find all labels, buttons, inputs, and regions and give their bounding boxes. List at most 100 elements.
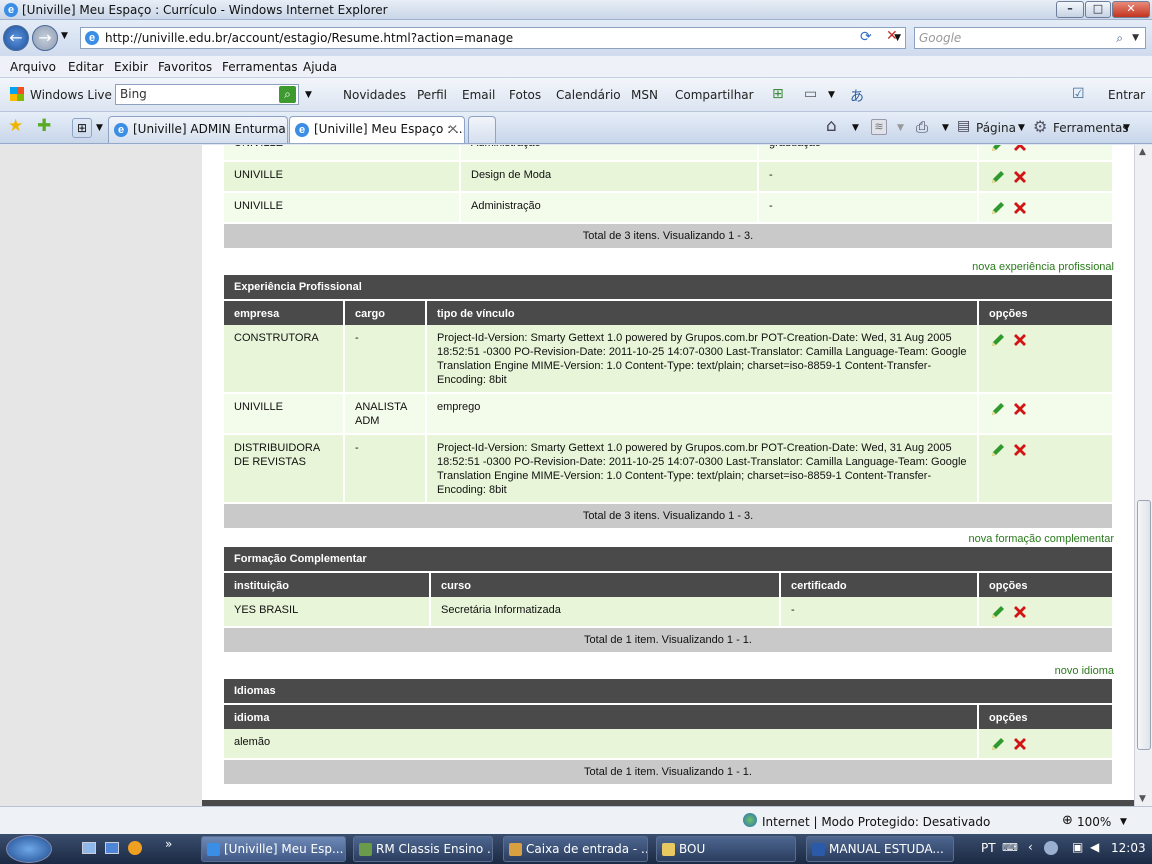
volume-icon[interactable]: ◀ (1090, 840, 1099, 854)
add-gadget-icon[interactable]: ⊞ (772, 86, 784, 102)
edit-icon[interactable] (989, 735, 1007, 753)
tab-univille-admin[interactable]: e [Univille] ADMIN Enturma ... (108, 116, 288, 143)
page-menu-dropdown-icon[interactable]: ▼ (1018, 123, 1025, 133)
close-button[interactable]: ✕ (1112, 1, 1150, 18)
menu-ferramentas[interactable]: Ferramentas (222, 60, 298, 74)
show-desktop-icon[interactable] (82, 842, 96, 854)
bing-search-icon[interactable]: ⌕ (279, 86, 296, 103)
taskbar-item-manual[interactable]: MANUAL ESTUDA... (806, 836, 954, 862)
scrollbar-thumb[interactable] (1137, 500, 1151, 750)
bing-search-input[interactable]: Bing ⌕ (115, 84, 299, 105)
nova-experiencia-link[interactable]: nova experiência profissional (972, 261, 1114, 273)
tab-close-icon[interactable]: ✕ (448, 122, 458, 136)
back-button[interactable]: ← (3, 25, 29, 51)
edit-icon[interactable] (989, 199, 1007, 217)
quick-launch-more-icon[interactable]: » (165, 837, 172, 851)
live-link-email[interactable]: Email (462, 88, 495, 102)
menu-editar[interactable]: Editar (68, 60, 104, 74)
page-viewport: UNIVILLE Administração graduação UNIVILL… (0, 145, 1134, 806)
edit-icon[interactable] (989, 441, 1007, 459)
print-dropdown-icon[interactable]: ▼ (942, 123, 949, 133)
tab-list-dropdown-icon[interactable]: ▼ (96, 123, 103, 133)
tools-menu-dropdown-icon[interactable]: ▼ (1123, 123, 1130, 133)
favorites-star-icon[interactable]: ★ (8, 116, 23, 136)
novo-idioma-link[interactable]: novo idioma (1055, 665, 1114, 677)
delete-icon[interactable] (1011, 441, 1029, 459)
live-link-fotos[interactable]: Fotos (509, 88, 541, 102)
feeds-dropdown-icon[interactable]: ▼ (897, 123, 904, 133)
menu-ajuda[interactable]: Ajuda (303, 60, 337, 74)
minimize-button[interactable]: – (1056, 1, 1084, 18)
table-header: empresa cargo tipo de vínculo opções (224, 299, 1113, 325)
signin-link[interactable]: Entrar (1108, 88, 1145, 102)
tray-app-icon[interactable] (1044, 841, 1058, 855)
scroll-down-icon[interactable]: ▼ (1139, 794, 1146, 804)
maximize-button[interactable]: □ (1085, 1, 1111, 18)
language-indicator[interactable]: PT (981, 841, 996, 855)
tray-expand-icon[interactable]: ‹ (1028, 840, 1033, 854)
home-icon[interactable]: ⌂ (826, 116, 837, 136)
new-tab-button[interactable] (468, 116, 496, 143)
add-favorites-icon[interactable]: ✚ (37, 116, 51, 136)
edit-icon[interactable] (989, 331, 1007, 349)
live-link-perfil[interactable]: Perfil (417, 88, 447, 102)
tools-menu[interactable]: Ferramentas (1053, 121, 1129, 135)
search-input[interactable]: Google ⌕ ▼ (914, 27, 1146, 49)
taskbar-item-univille[interactable]: [Univille] Meu Esp... (201, 836, 346, 862)
feeds-icon[interactable]: ≋ (871, 119, 887, 135)
quick-tabs-icon[interactable]: ⊞ (72, 118, 92, 138)
windows-live-brand[interactable]: Windows Live (30, 88, 112, 102)
scroll-up-icon[interactable]: ▲ (1139, 147, 1146, 157)
live-link-calendario[interactable]: Calendário (556, 88, 621, 102)
tab-label: [Univille] ADMIN Enturma ... (133, 122, 288, 136)
print-icon[interactable]: ⎙ (916, 118, 928, 136)
vertical-scrollbar[interactable]: ▲ ▼ (1134, 145, 1152, 806)
layout-dropdown-icon[interactable]: ▼ (828, 90, 835, 100)
quick-launch-ie-icon[interactable] (105, 842, 119, 854)
delete-icon[interactable] (1011, 331, 1029, 349)
start-button[interactable] (6, 835, 52, 863)
zoom-dropdown-icon[interactable]: ▼ (1120, 817, 1127, 827)
delete-icon[interactable] (1011, 199, 1029, 217)
keyboard-icon[interactable]: ⌨ (1002, 841, 1018, 854)
page-menu[interactable]: Página (976, 121, 1016, 135)
search-dropdown-icon[interactable]: ▼ (1132, 28, 1139, 48)
live-link-novidades[interactable]: Novidades (343, 88, 406, 102)
menu-exibir[interactable]: Exibir (114, 60, 148, 74)
delete-icon[interactable] (1011, 400, 1029, 418)
edit-icon[interactable] (989, 400, 1007, 418)
nova-formacao-link[interactable]: nova formação complementar (968, 533, 1114, 545)
tab-meu-espaco[interactable]: e [Univille] Meu Espaço : ... ✕ (289, 116, 465, 143)
security-zone[interactable]: Internet | Modo Protegido: Desativado (762, 815, 990, 829)
edit-icon[interactable] (989, 145, 1007, 154)
delete-icon[interactable] (1011, 603, 1029, 621)
live-link-msn[interactable]: MSN (631, 88, 658, 102)
menu-favoritos[interactable]: Favoritos (158, 60, 212, 74)
layout-icon[interactable]: ▭ (804, 86, 817, 102)
network-icon[interactable]: ▣ (1072, 840, 1083, 854)
refresh-icon[interactable]: ⟳ (860, 29, 872, 45)
forward-button[interactable]: → (32, 25, 58, 51)
clock[interactable]: 12:03 (1111, 841, 1146, 855)
zoom-level[interactable]: 100% (1077, 815, 1111, 829)
stop-icon[interactable]: ✕ (886, 28, 898, 44)
taskbar-item-caixa-entrada[interactable]: Caixa de entrada - ... (503, 836, 648, 862)
taskbar-item-bou[interactable]: BOU (656, 836, 796, 862)
delete-icon[interactable] (1011, 735, 1029, 753)
taskbar-item-label: BOU (679, 842, 706, 856)
translate-icon[interactable]: あ (850, 86, 864, 106)
quick-launch-media-icon[interactable] (128, 841, 142, 855)
delete-icon[interactable] (1011, 168, 1029, 186)
edit-icon[interactable] (989, 603, 1007, 621)
search-icon[interactable]: ⌕ (1116, 28, 1123, 48)
taskbar-item-rm-classis[interactable]: RM Classis Ensino ... (353, 836, 493, 862)
menu-arquivo[interactable]: Arquivo (10, 60, 56, 74)
recent-pages-chevron-icon[interactable]: ▼ (61, 31, 68, 41)
live-link-compartilhar[interactable]: Compartilhar (675, 88, 754, 102)
bing-dropdown-icon[interactable]: ▼ (305, 90, 312, 100)
delete-icon[interactable] (1011, 145, 1029, 154)
cell-empresa: CONSTRUTORA (224, 325, 345, 394)
edit-icon[interactable] (989, 168, 1007, 186)
home-dropdown-icon[interactable]: ▼ (852, 123, 859, 133)
address-input[interactable]: e http://univille.edu.br/account/estagio… (80, 27, 906, 49)
